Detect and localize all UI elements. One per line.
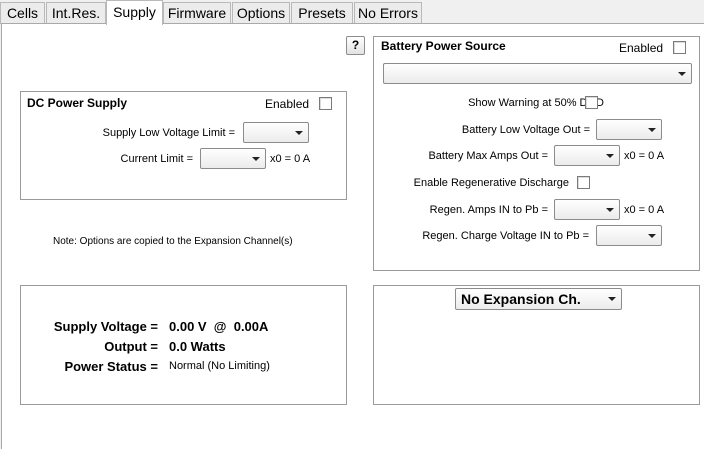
battery-power-source-panel: Battery Power Source Enabled Show Warnin…	[373, 36, 700, 271]
tab-no-errors[interactable]: No Errors	[354, 2, 422, 24]
power-status-label: Power Status =	[64, 359, 158, 374]
supply-voltage-value: 0.00 V @ 0.00A	[169, 319, 269, 334]
regen-charge-label: Regen. Charge Voltage IN to Pb =	[422, 230, 589, 242]
battery-max-amps-dropdown[interactable]	[554, 145, 620, 166]
regen-amps-label: Regen. Amps IN to Pb =	[429, 204, 548, 216]
current-limit-suffix: x0 = 0 A	[270, 153, 311, 165]
chevron-down-icon	[606, 208, 614, 212]
tab-bar: Cells Int.Res. Supply Firmware Options P…	[0, 0, 704, 25]
supply-status-panel: Supply Voltage = 0.00 V @ 0.00A Output =…	[20, 285, 347, 405]
tab-supply[interactable]: Supply	[106, 0, 163, 25]
output-label: Output =	[104, 339, 158, 354]
current-limit-dropdown[interactable]	[200, 148, 266, 169]
dc-enabled-checkbox[interactable]	[319, 97, 332, 110]
battery-title: Battery Power Source	[381, 39, 506, 53]
regen-discharge-checkbox[interactable]	[577, 176, 590, 189]
supply-low-voltage-dropdown[interactable]	[243, 122, 309, 143]
output-value: 0.0 Watts	[169, 339, 226, 354]
chevron-down-icon	[608, 297, 616, 301]
chevron-down-icon	[295, 131, 303, 135]
chevron-down-icon	[648, 128, 656, 132]
chevron-down-icon	[606, 154, 614, 158]
chevron-down-icon	[252, 157, 260, 161]
chevron-down-icon	[678, 72, 686, 76]
power-status-value: Normal (No Limiting)	[169, 360, 270, 372]
chevron-down-icon	[648, 234, 656, 238]
battery-enabled-label: Enabled	[619, 41, 664, 55]
tab-firmware[interactable]: Firmware	[163, 2, 231, 24]
regen-amps-dropdown[interactable]	[554, 199, 620, 220]
battery-enabled-checkbox[interactable]	[673, 41, 686, 54]
help-button[interactable]: ?	[346, 36, 365, 55]
regen-discharge-label: Enable Regenerative Discharge	[413, 177, 569, 189]
show-warning-checkbox[interactable]	[585, 96, 598, 109]
regen-charge-dropdown[interactable]	[596, 225, 662, 246]
battery-low-voltage-label: Battery Low Voltage Out =	[461, 124, 590, 136]
show-warning-label: Show Warning at 50% DOD	[468, 97, 604, 109]
battery-source-dropdown[interactable]	[383, 63, 692, 84]
regen-amps-suffix: x0 = 0 A	[624, 204, 665, 216]
dc-power-supply-panel: DC Power Supply Enabled Supply Low Volta…	[20, 91, 347, 200]
battery-max-amps-suffix: x0 = 0 A	[624, 150, 665, 162]
expansion-note: Note: Options are copied to the Expansio…	[53, 236, 293, 247]
tab-cells[interactable]: Cells	[0, 2, 45, 24]
current-limit-label: Current Limit =	[120, 153, 193, 165]
tab-options[interactable]: Options	[232, 2, 290, 24]
dc-power-supply-title: DC Power Supply	[27, 96, 128, 110]
expansion-channel-dropdown[interactable]: No Expansion Ch.	[455, 288, 622, 310]
battery-max-amps-label: Battery Max Amps Out =	[428, 150, 548, 162]
battery-low-voltage-dropdown[interactable]	[596, 119, 662, 140]
supply-low-voltage-label: Supply Low Voltage Limit =	[102, 127, 235, 139]
expansion-channel-value: No Expansion Ch.	[461, 291, 581, 307]
expansion-panel: No Expansion Ch.	[373, 285, 700, 405]
tab-presets[interactable]: Presets	[291, 2, 353, 24]
tab-int-res[interactable]: Int.Res.	[46, 2, 106, 24]
supply-voltage-label: Supply Voltage =	[53, 319, 158, 334]
dc-enabled-label: Enabled	[265, 97, 310, 111]
supply-page: ? DC Power Supply Enabled Supply Low Vol…	[1, 23, 704, 449]
